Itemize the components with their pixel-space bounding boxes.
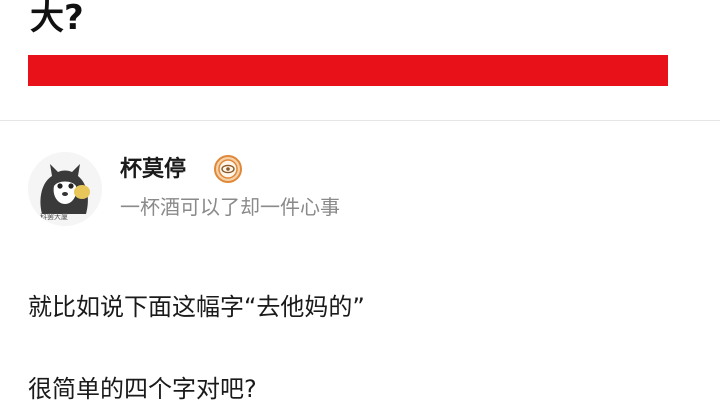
author-name[interactable]: 杯莫停 xyxy=(120,154,186,186)
author-bio: 一杯酒可以了却一件心事 xyxy=(120,195,340,219)
avatar-caption: 科罢大厦 xyxy=(40,213,68,221)
question-title: 大? xyxy=(30,0,84,38)
red-highlight-bar xyxy=(28,55,668,86)
avatar[interactable]: 科罢大厦 xyxy=(28,152,102,226)
answer-paragraph: 很简单的四个字对吧? xyxy=(28,375,257,403)
section-divider xyxy=(0,120,720,121)
answer-paragraph: 就比如说下面这幅字“去他妈的” xyxy=(28,293,365,321)
eye-badge-icon xyxy=(214,155,242,183)
